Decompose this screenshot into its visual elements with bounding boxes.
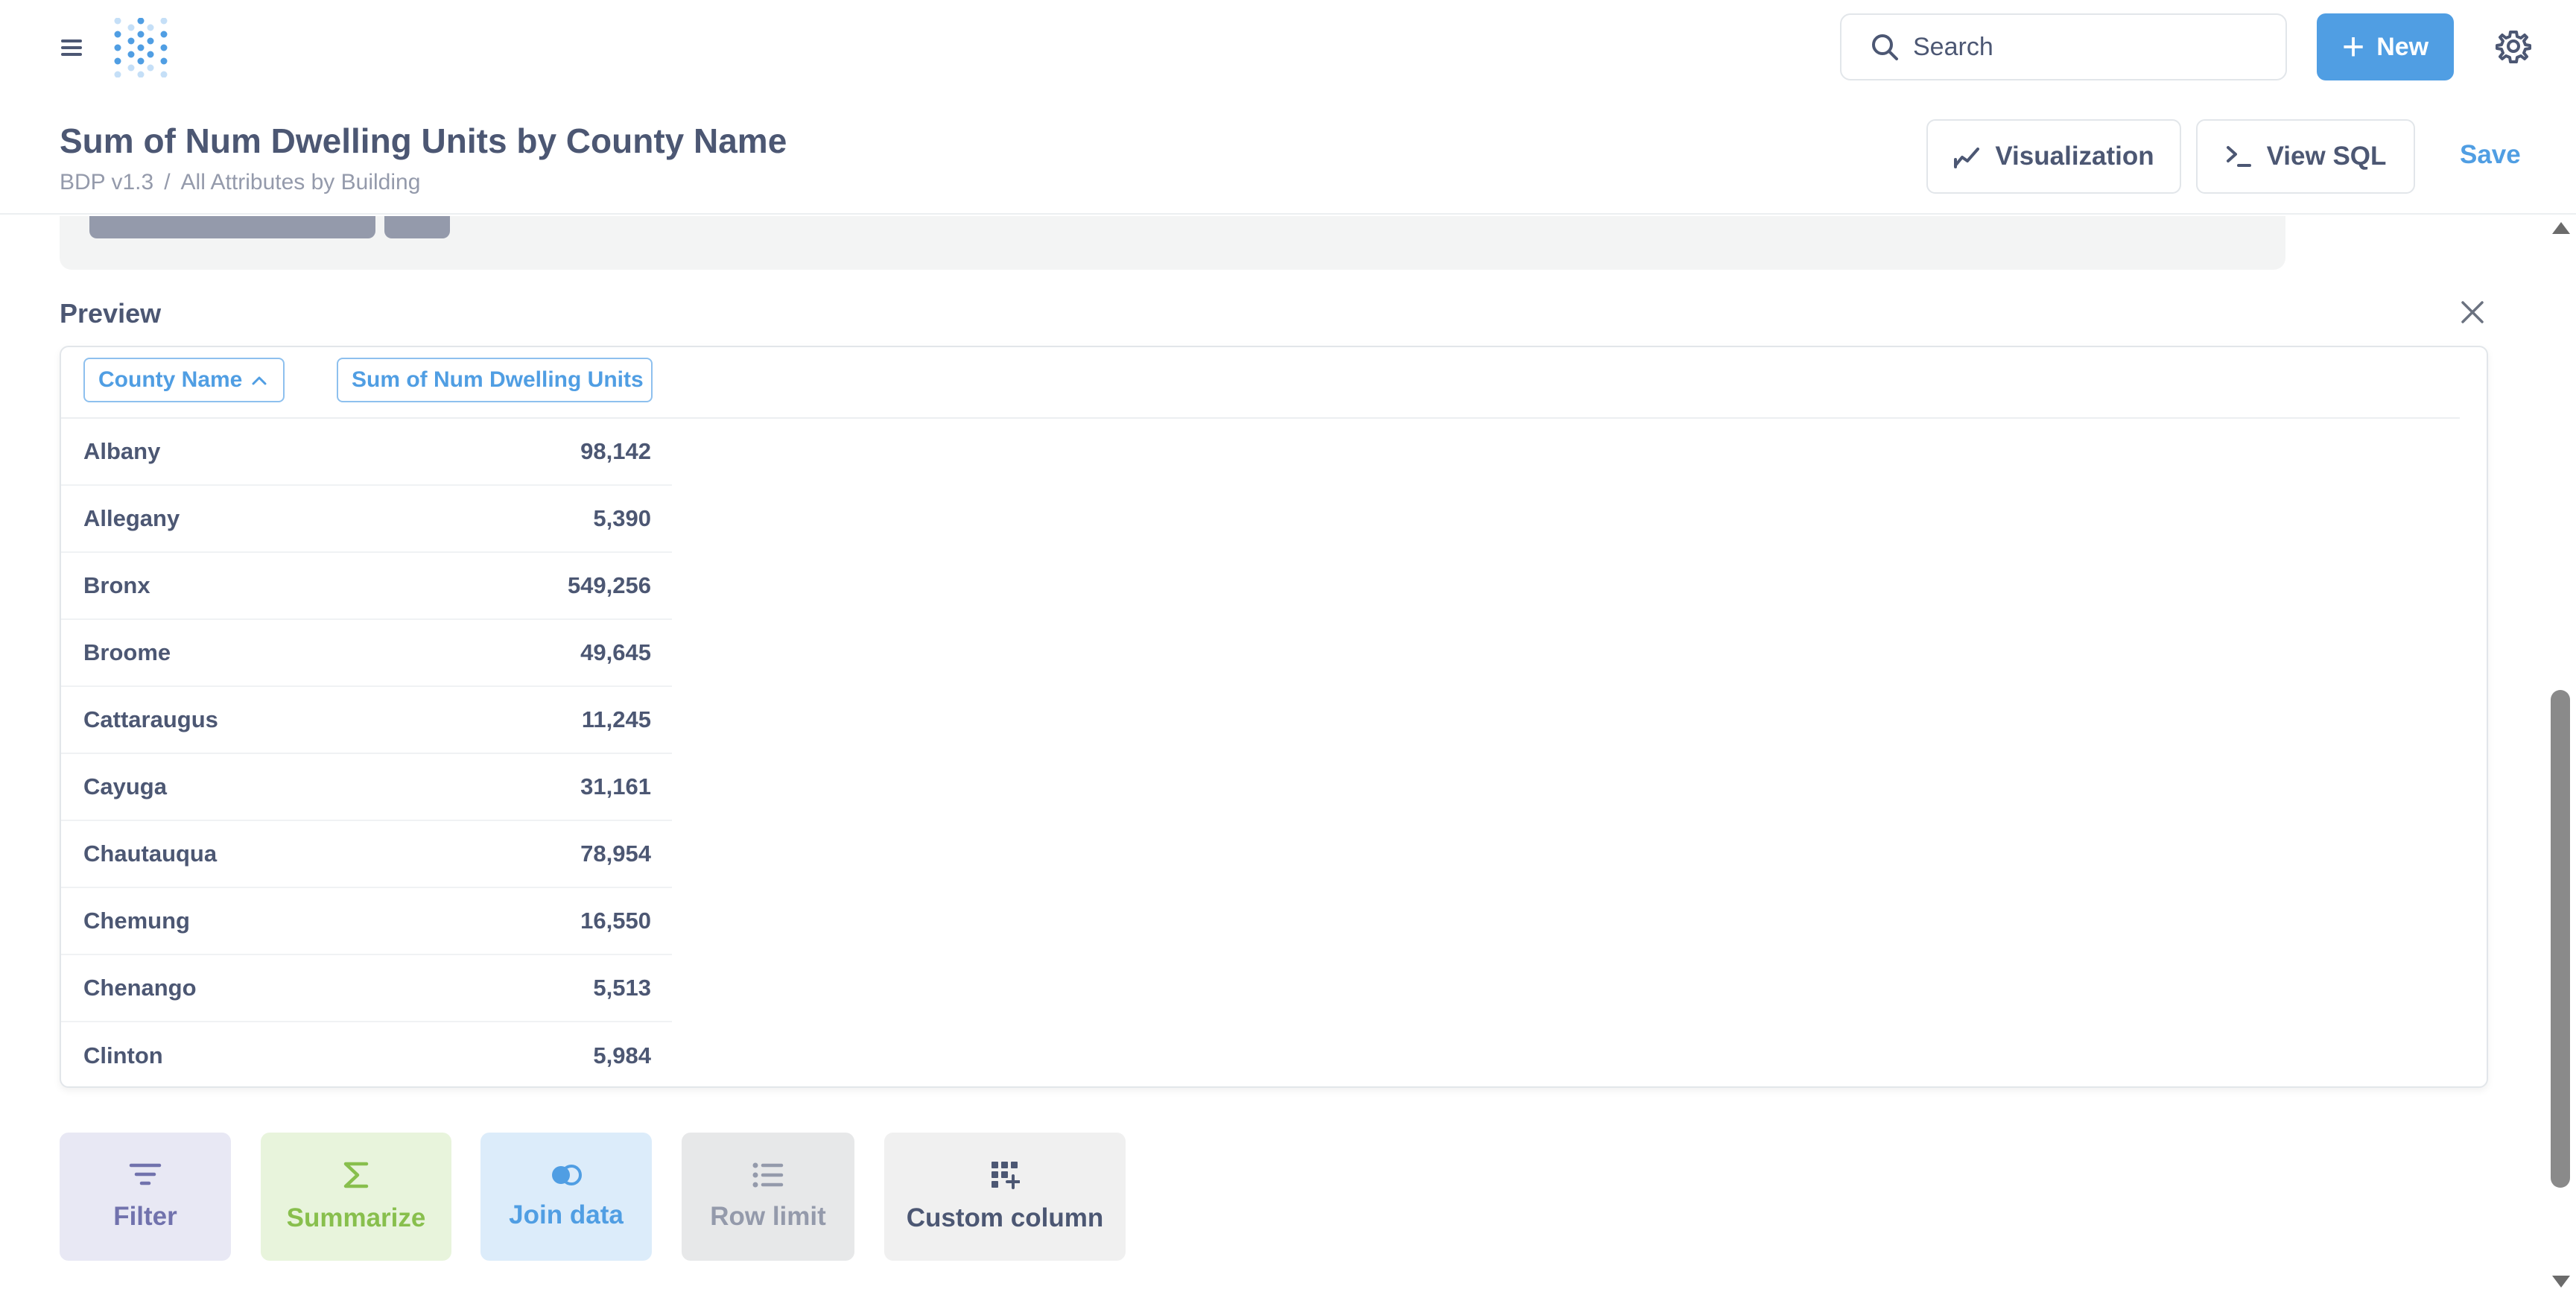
column-header-label: Sum of Num Dwelling Units [352, 367, 644, 392]
cell-value[interactable]: 78,954 [448, 840, 651, 867]
column-header-sum-num-dwelling-units[interactable]: Sum of Num Dwelling Units [337, 358, 653, 402]
cell-county[interactable]: Chemung [61, 908, 448, 934]
search-input[interactable]: Search [1840, 13, 2287, 80]
custom-column-button[interactable]: Custom column [884, 1133, 1126, 1261]
filter-label: Filter [113, 1202, 177, 1231]
breadcrumb-table[interactable]: All Attributes by Building [181, 170, 421, 194]
join-icon [552, 1165, 582, 1185]
cell-county[interactable]: Clinton [61, 1042, 448, 1069]
scroll-up-arrow[interactable] [2552, 222, 2570, 234]
view-sql-button[interactable]: View SQL [2196, 119, 2415, 194]
table-row: Chenango 5,513 [61, 955, 672, 1022]
list-icon [752, 1162, 784, 1188]
cell-county[interactable]: Chenango [61, 975, 448, 1001]
search-icon [1872, 34, 1898, 60]
row-limit-label: Row limit [710, 1202, 826, 1231]
cell-value[interactable]: 5,984 [448, 1042, 651, 1069]
breadcrumb-separator: / [164, 170, 171, 194]
metabase-logo[interactable] [112, 18, 170, 77]
cell-value[interactable]: 5,390 [448, 505, 651, 532]
cell-value[interactable]: 16,550 [448, 908, 651, 934]
cell-value[interactable]: 49,645 [448, 639, 651, 666]
cell-value[interactable]: 549,256 [448, 572, 651, 599]
search-placeholder: Search [1913, 32, 1993, 61]
sigma-icon [343, 1162, 369, 1188]
terminal-icon [2226, 146, 2251, 167]
visualization-label: Visualization [1995, 142, 2154, 171]
table-row: Chemung 16,550 [61, 888, 672, 955]
preview-table: County Name Sum of Num Dwelling Units Al… [60, 346, 2488, 1088]
table-row: Cattaraugus 11,245 [61, 687, 672, 754]
summarize-label: Summarize [286, 1203, 426, 1232]
new-button-label: New [2376, 32, 2429, 61]
column-header-label: County Name [98, 367, 243, 392]
table-row: Allegany 5,390 [61, 486, 672, 553]
notebook-step-panel [60, 216, 2285, 270]
step-pill[interactable] [89, 216, 375, 238]
table-row: Bronx 549,256 [61, 553, 672, 620]
gear-icon[interactable] [2496, 28, 2531, 64]
summarize-button[interactable]: Summarize [261, 1133, 451, 1261]
question-header: Sum of Num Dwelling Units by County Name… [0, 104, 2576, 215]
scroll-down-arrow[interactable] [2552, 1276, 2570, 1288]
cell-county[interactable]: Albany [61, 438, 448, 465]
cell-county[interactable]: Allegany [61, 505, 448, 532]
cell-value[interactable]: 5,513 [448, 975, 651, 1001]
table-row: Broome 49,645 [61, 620, 672, 687]
filter-button[interactable]: Filter [60, 1133, 231, 1261]
cell-county[interactable]: Cayuga [61, 773, 448, 800]
cell-value[interactable]: 11,245 [448, 706, 651, 733]
save-button[interactable]: Save [2460, 140, 2521, 170]
custom-column-label: Custom column [906, 1203, 1104, 1232]
new-button[interactable]: + New [2317, 13, 2454, 80]
view-sql-label: View SQL [2266, 142, 2387, 171]
table-row: Clinton 5,984 [61, 1022, 672, 1089]
table-row: Cayuga 31,161 [61, 754, 672, 821]
add-grid-icon [992, 1162, 1020, 1189]
table-row: Albany 98,142 [61, 419, 672, 486]
hamburger-menu-icon[interactable] [58, 34, 85, 61]
cell-value[interactable]: 31,161 [448, 773, 651, 800]
close-icon[interactable] [2460, 300, 2485, 325]
plus-icon: + [2341, 25, 2365, 69]
preview-heading: Preview [60, 298, 162, 329]
visualization-button[interactable]: Visualization [1926, 119, 2181, 194]
table-row: Chautauqua 78,954 [61, 821, 672, 888]
cell-county[interactable]: Bronx [61, 572, 448, 599]
cell-county[interactable]: Cattaraugus [61, 706, 448, 733]
breadcrumb: BDP v1.3 / All Attributes by Building [60, 170, 420, 195]
row-limit-button[interactable]: Row limit [682, 1133, 854, 1261]
join-data-button[interactable]: Join data [480, 1133, 652, 1261]
cell-value[interactable]: 98,142 [448, 438, 651, 465]
line-chart-icon [1954, 148, 1980, 168]
column-header-county-name[interactable]: County Name [83, 358, 285, 402]
step-add-pill[interactable] [384, 216, 450, 238]
cell-county[interactable]: Broome [61, 639, 448, 666]
filter-icon [129, 1163, 162, 1185]
table-body: Albany 98,142 Allegany 5,390 Bronx 549,256 … [61, 419, 672, 1089]
top-nav: Search + New [0, 0, 2576, 97]
question-title[interactable]: Sum of Num Dwelling Units by County Name [60, 121, 787, 161]
table-header: County Name Sum of Num Dwelling Units [61, 347, 2460, 419]
sort-ascending-icon [252, 376, 267, 385]
cell-county[interactable]: Chautauqua [61, 840, 448, 867]
scrollbar-thumb[interactable] [2551, 690, 2570, 1188]
breadcrumb-database[interactable]: BDP v1.3 [60, 170, 153, 194]
join-data-label: Join data [509, 1200, 624, 1229]
